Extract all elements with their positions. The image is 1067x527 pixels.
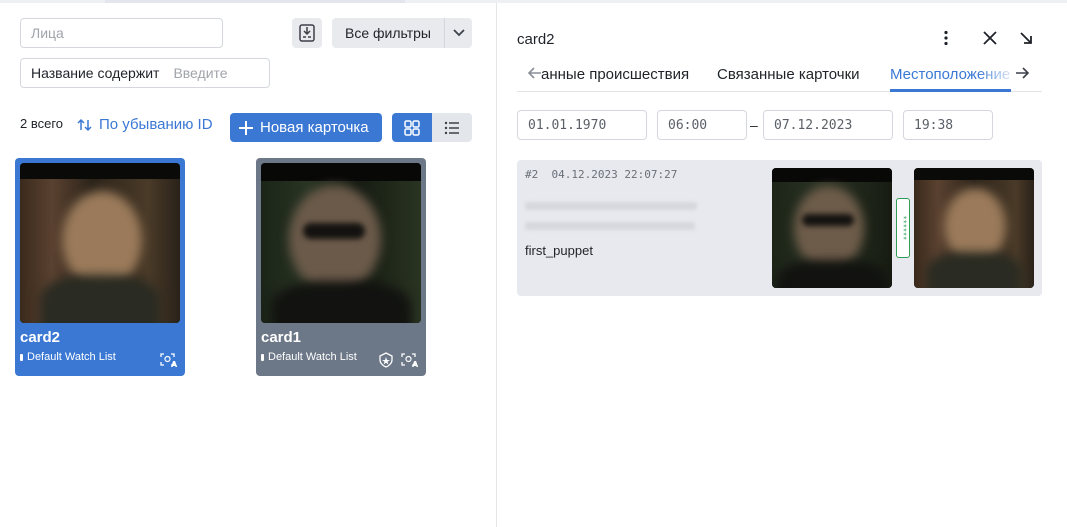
blurred-shoulders (40, 275, 160, 323)
cards-list-pane: Лица Все фильтры Название содержит Введи… (0, 3, 497, 527)
total-count: 2 всего (20, 116, 64, 131)
card-item-card2[interactable]: card2 Default Watch List A (15, 158, 185, 376)
watch-list-label: Default Watch List (268, 351, 357, 363)
collapse-button[interactable] (1016, 28, 1036, 48)
face-search-placeholder: Лица (31, 25, 64, 41)
range-separator: – (750, 117, 758, 133)
blurred-face (794, 186, 864, 270)
date-from-input[interactable]: 01.01.1970 (517, 110, 647, 140)
card-title: card2 (20, 329, 61, 346)
img-frame-top (914, 168, 1034, 180)
card-item-card1[interactable]: card1 Default Watch List A (256, 158, 426, 376)
sort-arrows-icon (77, 118, 92, 131)
tabs-fade-overlay (977, 58, 1017, 88)
blurred-shoulders (777, 260, 887, 288)
event-camera-line-2 (525, 222, 695, 230)
list-view-button[interactable] (432, 113, 472, 142)
close-button[interactable] (980, 28, 1000, 48)
event-id: #2 (525, 168, 539, 181)
detail-tabs: анные происшествия Связанные карточки Ме… (517, 58, 1042, 92)
grid-view-button[interactable] (392, 113, 432, 142)
import-button[interactable] (292, 18, 322, 48)
watch-list-color-dot (261, 353, 264, 361)
watch-list-label: Default Watch List (27, 351, 116, 363)
match-score-badge: ****** (896, 198, 910, 258)
card-badges: A (160, 352, 178, 368)
event-watch-label: first_puppet (525, 243, 593, 258)
tab-related-events[interactable]: анные происшествия (541, 66, 689, 83)
card-thumbnail (20, 163, 180, 323)
import-icon (299, 24, 315, 42)
plus-icon (239, 120, 253, 135)
card-detail-pane: card2 анные происшествия Связанные карто… (498, 3, 1067, 527)
grid-icon (404, 119, 420, 136)
face-recognition-icon: A (160, 353, 178, 368)
date-to-input[interactable]: 07.12.2023 (763, 110, 893, 140)
app-root: Лица Все фильтры Название содержит Введи… (0, 0, 1067, 527)
blurred-sunglasses (303, 223, 365, 239)
face-search-input[interactable]: Лица (20, 18, 223, 48)
watch-list-tag: Default Watch List (20, 351, 180, 363)
new-card-button[interactable]: Новая карточка (230, 113, 382, 142)
detail-title: card2 (517, 31, 555, 48)
chevron-down-icon (452, 29, 465, 37)
time-from-input[interactable]: 06:00 (657, 110, 747, 140)
new-card-label: Новая карточка (260, 119, 369, 136)
card-title: card1 (261, 329, 302, 346)
blurred-face (289, 185, 381, 293)
event-timestamp: 04.12.2023 22:07:27 (551, 168, 678, 181)
card-badges: A (377, 352, 419, 368)
arrow-right-icon (1016, 67, 1030, 79)
thumb-frame-top (20, 163, 180, 179)
arrow-left-icon (527, 67, 541, 79)
match-score-text: ****** (898, 215, 908, 241)
blurred-shoulders (271, 281, 411, 323)
more-button[interactable] (936, 28, 956, 48)
badge-shield-icon (379, 352, 393, 368)
svg-text:A: A (171, 360, 178, 368)
event-header: #2 04.12.2023 22:07:27 (525, 168, 677, 181)
tabs-scroll-right-button[interactable] (1015, 66, 1030, 83)
thumb-frame-top (261, 163, 421, 181)
name-filter-placeholder: Введите (173, 65, 228, 81)
name-contains-filter[interactable]: Название содержит Введите (20, 58, 270, 88)
svg-text:A: A (412, 360, 419, 368)
filters-dropdown-button[interactable] (444, 18, 472, 48)
more-vertical-icon (944, 30, 948, 46)
blurred-sunglasses (802, 214, 854, 226)
card-face-image[interactable] (914, 168, 1034, 288)
all-filters-button[interactable]: Все фильтры (332, 18, 444, 48)
close-icon (983, 31, 997, 45)
card-thumbnail (261, 163, 421, 323)
event-item[interactable]: #2 04.12.2023 22:07:27 first_puppet ****… (517, 160, 1042, 296)
face-recognition-icon: A (401, 353, 419, 368)
img-frame-top (772, 168, 892, 182)
sort-label: По убыванию ID (99, 116, 213, 133)
name-filter-label: Название содержит (31, 65, 160, 81)
event-camera-line-1 (525, 202, 697, 210)
active-tab-underline (890, 89, 1011, 92)
blurred-shoulders (926, 252, 1022, 288)
tab-related-cards[interactable]: Связанные карточки (717, 66, 860, 83)
tabs-scroll-left-button[interactable] (527, 66, 542, 83)
time-to-input[interactable]: 19:38 (903, 110, 993, 140)
arrow-down-right-icon (1020, 32, 1032, 44)
list-icon (444, 121, 459, 134)
event-face-image[interactable] (772, 168, 892, 288)
watch-list-color-dot (20, 353, 23, 361)
sort-button[interactable]: По убыванию ID (77, 116, 213, 133)
